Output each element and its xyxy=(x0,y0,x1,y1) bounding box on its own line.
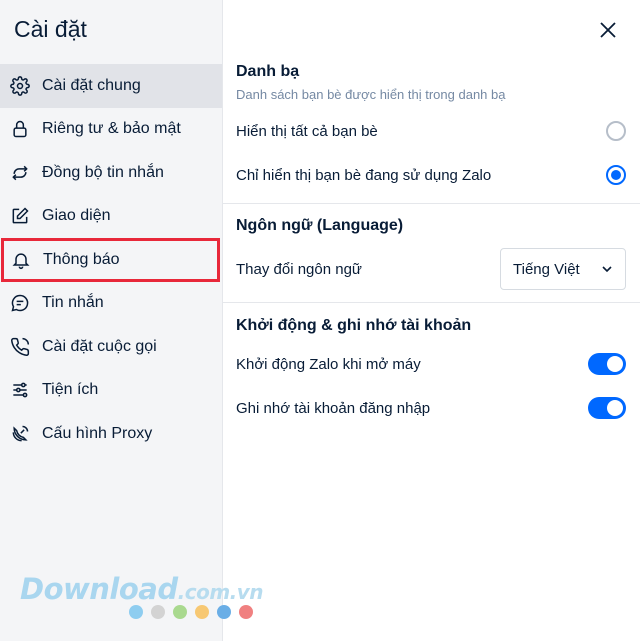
sidebar-title: Cài đặt xyxy=(14,16,87,42)
sidebar-item-label: Thông báo xyxy=(43,250,120,268)
sidebar-item-sync[interactable]: Đồng bộ tin nhắn xyxy=(0,151,222,195)
sidebar-item-label: Tiện ích xyxy=(42,381,99,399)
sidebar-item-label: Giao diện xyxy=(42,207,111,225)
language-title: Ngôn ngữ (Language) xyxy=(236,217,404,234)
remember-toggle[interactable] xyxy=(588,397,626,419)
sync-icon xyxy=(10,163,30,183)
settings-sidebar: Cài đặt Cài đặt chung Riêng tư & bảo mật… xyxy=(0,0,264,641)
sidebar-item-label: Cấu hình Proxy xyxy=(42,424,153,442)
settings-content: Danh bạ Danh sách bạn bè được hiển thị t… xyxy=(223,0,640,641)
sliders-icon xyxy=(10,380,30,400)
sidebar-item-label: Tin nhắn xyxy=(42,294,104,312)
gear-icon xyxy=(10,75,30,96)
sidebar-item-call-settings[interactable]: Cài đặt cuộc gọi xyxy=(0,325,222,369)
startup-toggle[interactable] xyxy=(588,353,626,375)
watermark-dot xyxy=(173,605,187,619)
close-icon xyxy=(600,22,616,38)
sidebar-item-utilities[interactable]: Tiện ích xyxy=(0,369,222,413)
watermark-dot xyxy=(195,605,209,619)
contacts-option-all[interactable]: Hiển thị tất cả bạn bè xyxy=(236,109,626,153)
language-select[interactable]: Tiếng Việt xyxy=(500,248,626,290)
sidebar-item-privacy[interactable]: Riêng tư & bảo mật xyxy=(0,108,222,152)
remember-label: Ghi nhớ tài khoản đăng nhập xyxy=(236,399,431,417)
language-value: Tiếng Việt xyxy=(513,260,580,278)
sidebar-item-proxy[interactable]: Cấu hình Proxy xyxy=(0,412,222,456)
contacts-title: Danh bạ xyxy=(236,63,300,80)
contacts-option-all-label: Hiển thị tất cả bạn bè xyxy=(236,122,378,140)
watermark-dot xyxy=(129,605,143,619)
sidebar-item-label: Cài đặt cuộc gọi xyxy=(42,337,157,355)
startup-section: Khởi động & ghi nhớ tài khoản Khởi động … xyxy=(236,317,626,430)
startup-label: Khởi động Zalo khi mở máy xyxy=(236,355,421,373)
sidebar-item-label: Đồng bộ tin nhắn xyxy=(42,163,164,181)
sidebar-item-label: Riêng tư & bảo mật xyxy=(42,120,181,138)
sidebar-item-label: Cài đặt chung xyxy=(42,76,141,94)
sidebar-item-notifications[interactable]: Thông báo xyxy=(1,238,220,282)
radio-show-all[interactable] xyxy=(606,121,626,141)
radio-show-zalo-only[interactable] xyxy=(606,165,626,185)
chevron-down-icon xyxy=(602,266,612,273)
satellite-icon xyxy=(10,424,30,444)
divider xyxy=(223,203,640,204)
language-section: Ngôn ngữ (Language) Thay đổi ngôn ngữ Ti… xyxy=(236,217,626,292)
contacts-section: Danh bạ Danh sách bạn bè được hiển thị t… xyxy=(236,63,626,197)
bell-icon xyxy=(11,250,31,270)
settings-menu: Cài đặt chung Riêng tư & bảo mật Đồng bộ… xyxy=(0,64,222,456)
sidebar-item-messages[interactable]: Tin nhắn xyxy=(0,282,222,326)
lock-icon xyxy=(10,119,30,139)
watermark-dot xyxy=(151,605,165,619)
divider xyxy=(223,302,640,303)
startup-title: Khởi động & ghi nhớ tài khoản xyxy=(236,317,472,334)
sidebar-item-general[interactable]: Cài đặt chung xyxy=(0,64,222,108)
contacts-description: Danh sách bạn bè được hiển thị trong dan… xyxy=(236,87,506,102)
chat-icon xyxy=(10,293,30,313)
sidebar-item-appearance[interactable]: Giao diện xyxy=(0,195,222,239)
contacts-option-zalo[interactable]: Chỉ hiển thị bạn bè đang sử dụng Zalo xyxy=(236,153,626,197)
startup-row: Khởi động Zalo khi mở máy xyxy=(236,342,626,386)
language-row: Thay đổi ngôn ngữ Tiếng Việt xyxy=(236,246,626,292)
watermark-text: Download xyxy=(20,572,178,606)
phone-icon xyxy=(10,337,30,357)
edit-icon xyxy=(10,206,30,226)
contacts-option-zalo-label: Chỉ hiển thị bạn bè đang sử dụng Zalo xyxy=(236,166,492,184)
remember-row: Ghi nhớ tài khoản đăng nhập xyxy=(236,386,626,430)
language-change-label: Thay đổi ngôn ngữ xyxy=(236,260,362,278)
close-button[interactable] xyxy=(598,20,618,40)
